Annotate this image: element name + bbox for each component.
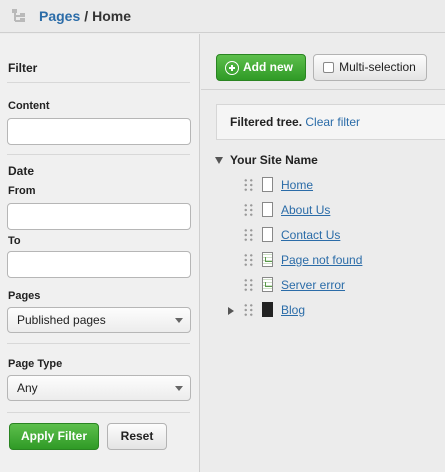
add-new-label: Add new: [243, 60, 293, 74]
drag-handle-icon[interactable]: [243, 253, 254, 267]
drag-handle-icon[interactable]: [243, 228, 254, 242]
plus-circle-icon: [225, 61, 239, 75]
drag-handle-icon[interactable]: [243, 178, 254, 192]
chevron-down-icon: [175, 318, 183, 323]
reset-button[interactable]: Reset: [107, 423, 167, 450]
breadcrumb-current: Home: [92, 8, 132, 24]
page-icon: [262, 227, 273, 242]
tree-item[interactable]: Page not found: [243, 251, 423, 269]
tree-item-link[interactable]: About Us: [281, 203, 330, 217]
divider: [7, 154, 190, 155]
content-input[interactable]: [7, 118, 191, 145]
page-type-select-value: Any: [17, 381, 38, 395]
tree-root[interactable]: Your Site Name: [215, 153, 318, 167]
expand-arrow-icon[interactable]: [228, 307, 234, 315]
drag-handle-icon[interactable]: [243, 278, 254, 292]
tree-item[interactable]: About Us: [243, 201, 423, 219]
content-label: Content: [8, 100, 50, 112]
breadcrumb-separator: /: [84, 8, 89, 24]
filter-status-bar: Filtered tree. Clear filter: [216, 104, 445, 140]
divider: [201, 89, 445, 90]
site-tree-icon: [12, 9, 26, 23]
tree-item-link[interactable]: Contact Us: [281, 228, 340, 242]
site-tree-panel: Add new Multi-selection Filtered tree. C…: [201, 34, 445, 472]
divider: [7, 343, 190, 344]
tree-item[interactable]: Server error: [243, 276, 423, 294]
error-page-icon: [262, 277, 273, 292]
page-icon: [262, 202, 273, 217]
pages-select[interactable]: Published pages: [7, 307, 191, 333]
date-label: Date: [8, 164, 35, 178]
page-type-label: Page Type: [8, 358, 63, 370]
to-date-input[interactable]: [7, 251, 191, 278]
tree-item-link[interactable]: Home: [281, 178, 313, 192]
page-icon: [262, 177, 273, 192]
page-type-select[interactable]: Any: [7, 375, 191, 401]
add-new-button[interactable]: Add new: [216, 54, 306, 81]
from-date-input[interactable]: [7, 203, 191, 230]
multi-selection-label: Multi-selection: [339, 60, 416, 74]
from-label: From: [8, 185, 36, 197]
clear-filter-link[interactable]: Clear filter: [305, 115, 360, 129]
breadcrumb-pages-link[interactable]: Pages: [39, 8, 80, 24]
tree-item[interactable]: Home: [243, 176, 423, 194]
tree-root-label: Your Site Name: [230, 153, 318, 167]
multi-selection-button[interactable]: Multi-selection: [313, 54, 427, 81]
tree-item[interactable]: Contact Us: [243, 226, 423, 244]
to-label: To: [8, 235, 21, 247]
tree-item-link[interactable]: Server error: [281, 278, 345, 292]
divider: [7, 412, 190, 413]
filter-panel: Filter Content Date From To Pages Publis…: [0, 34, 200, 472]
pages-select-value: Published pages: [17, 313, 106, 327]
pages-label: Pages: [8, 290, 41, 302]
chevron-down-icon: [175, 386, 183, 391]
collapse-arrow-icon[interactable]: [215, 157, 223, 164]
apply-filter-button[interactable]: Apply Filter: [9, 423, 99, 450]
tree-item-link[interactable]: Blog: [281, 303, 305, 317]
divider: [7, 82, 190, 83]
filter-heading: Filter: [8, 61, 38, 75]
multi-selection-checkbox[interactable]: [323, 62, 334, 73]
error-page-icon: [262, 252, 273, 267]
header-bar: Pages / Home: [0, 0, 445, 33]
tree-item-link[interactable]: Page not found: [281, 253, 362, 267]
tree-item[interactable]: Blog: [243, 301, 423, 319]
breadcrumb: Pages / Home: [39, 8, 131, 24]
holder-page-icon: [262, 302, 273, 317]
drag-handle-icon[interactable]: [243, 203, 254, 217]
drag-handle-icon[interactable]: [243, 303, 254, 317]
filter-status-text: Filtered tree.: [230, 115, 303, 129]
